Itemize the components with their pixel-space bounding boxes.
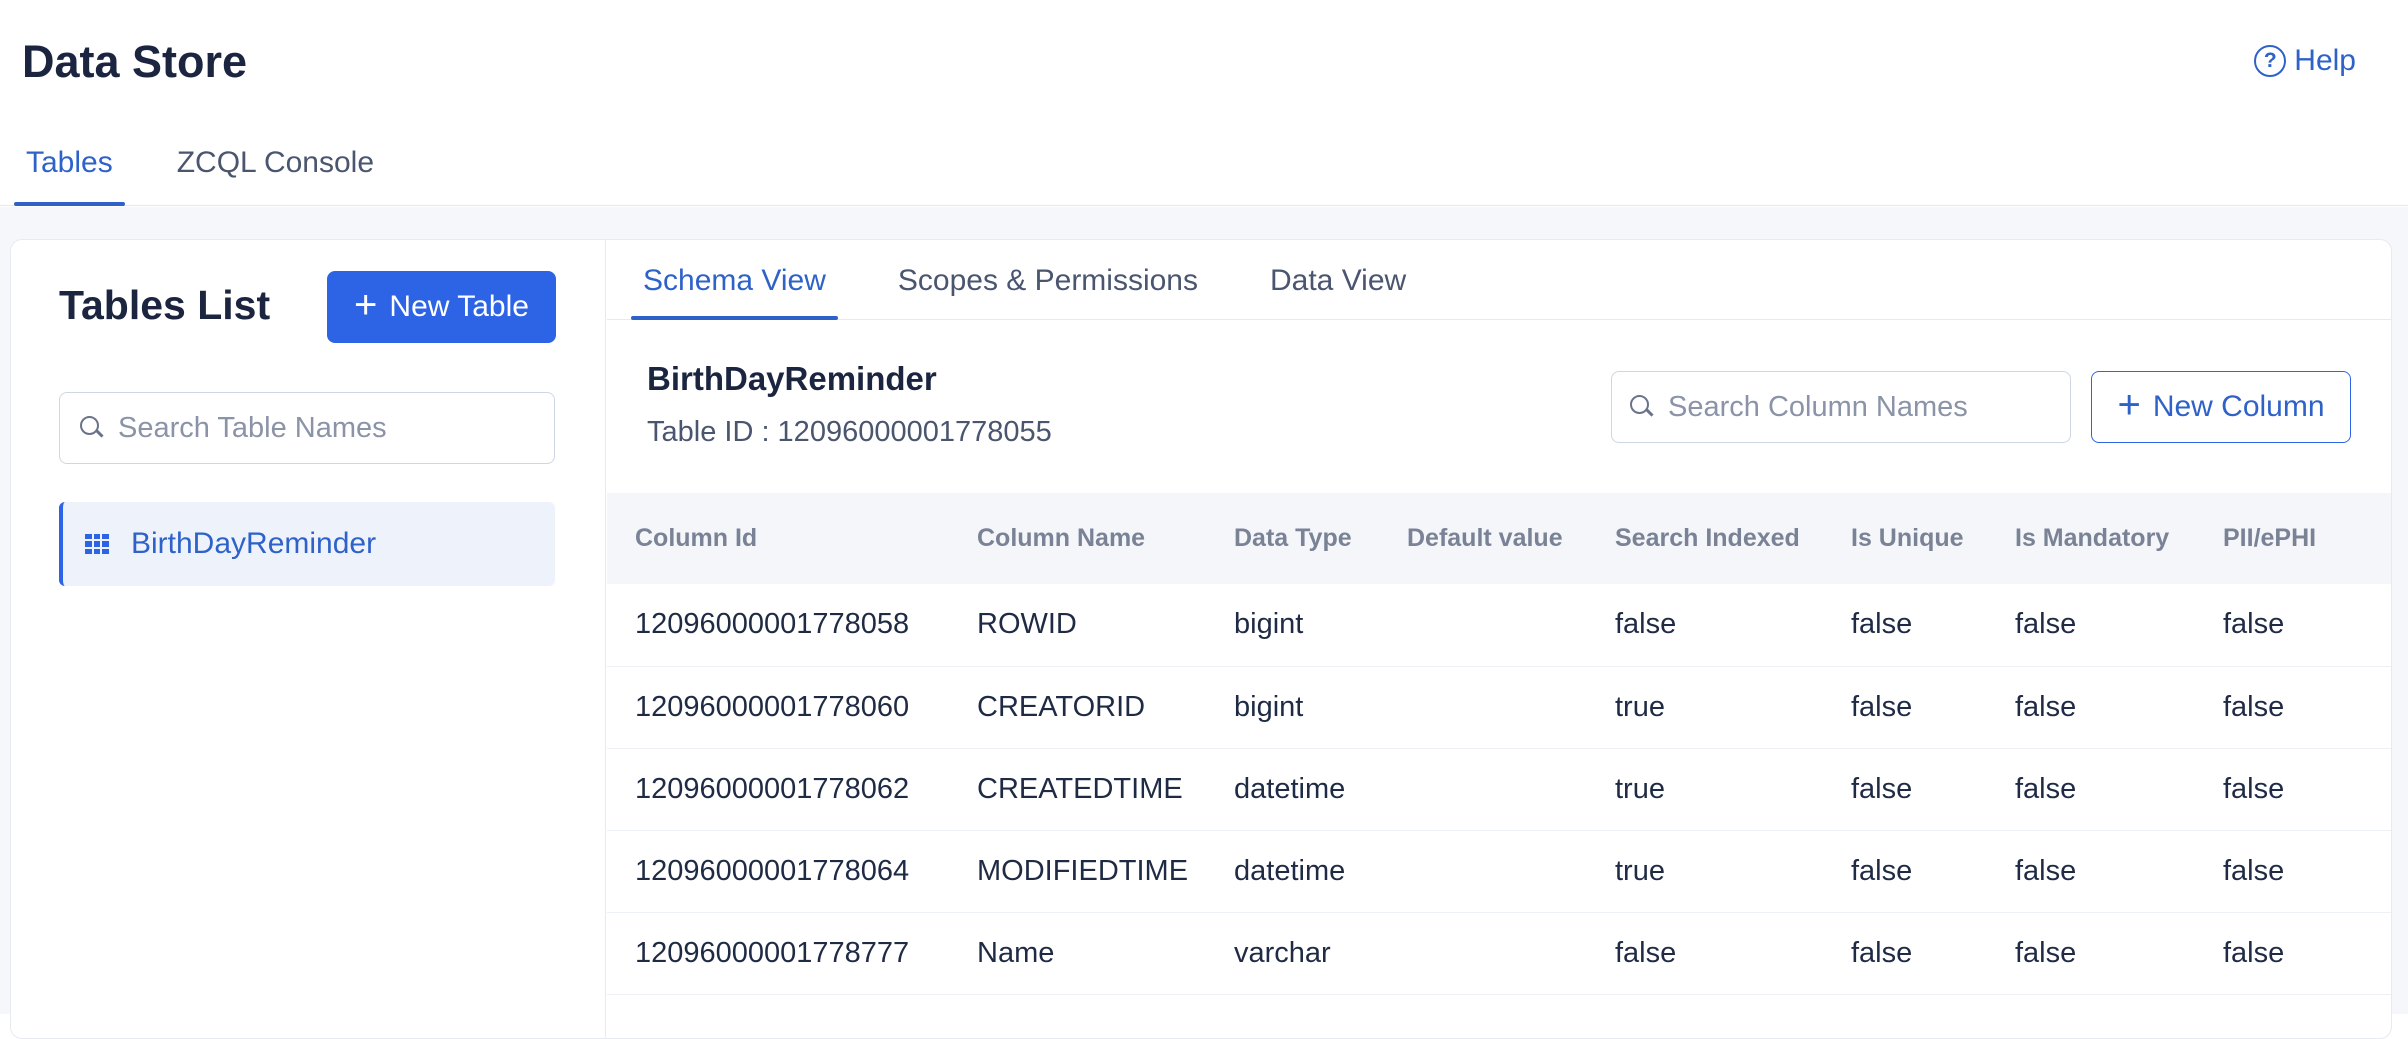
- tab-zcql-console[interactable]: ZCQL Console: [165, 146, 386, 206]
- cell-column-id: 12096000001778064: [607, 830, 949, 913]
- table-row[interactable]: 12096000001778060 CREATORID bigint true …: [607, 666, 2391, 749]
- cell-is-unique: false: [1823, 666, 1987, 749]
- column-header[interactable]: Column Id: [607, 493, 949, 584]
- table-icon: [85, 534, 109, 554]
- cell-is-unique: false: [1823, 830, 1987, 913]
- new-table-label: New Table: [389, 290, 529, 323]
- cell-data-type: datetime: [1206, 830, 1379, 913]
- table-name-heading: BirthDayReminder: [647, 360, 937, 397]
- cell-search-indexed: true: [1587, 748, 1823, 831]
- table-id-text: Table ID : 12096000001778055: [647, 416, 1052, 448]
- cell-column-id: 12096000001778777: [607, 912, 949, 995]
- column-header[interactable]: Default value: [1379, 493, 1587, 584]
- cell-default-value: [1379, 912, 1587, 995]
- cell-is-mandatory: false: [1987, 748, 2195, 831]
- view-tabs: Schema View Scopes & Permissions Data Vi…: [607, 240, 2391, 320]
- cell-data-type: varchar: [1206, 912, 1379, 995]
- column-header[interactable]: Data Type: [1206, 493, 1379, 584]
- cell-pii-ephi: false: [2195, 912, 2391, 995]
- column-search-input[interactable]: [1668, 390, 2048, 424]
- table-search-box: [59, 392, 555, 464]
- search-icon: [1630, 395, 1654, 419]
- tab-schema-view-label: Schema View: [643, 264, 826, 297]
- plus-icon: +: [2117, 383, 2141, 427]
- tab-scopes-permissions[interactable]: Scopes & Permissions: [886, 240, 1210, 319]
- cell-column-name: MODIFIEDTIME: [949, 830, 1206, 913]
- tab-schema-view[interactable]: Schema View: [631, 240, 838, 320]
- tab-data-view[interactable]: Data View: [1258, 240, 1418, 319]
- cell-pii-ephi: false: [2195, 666, 2391, 749]
- search-icon: [80, 416, 104, 440]
- content-panel: Tables List + New Table BirthDayReminder: [10, 239, 2392, 1039]
- cell-column-name: Name: [949, 912, 1206, 995]
- cell-pii-ephi: false: [2195, 584, 2391, 667]
- table-search-input[interactable]: [118, 411, 518, 445]
- cell-data-type: datetime: [1206, 748, 1379, 831]
- table-row[interactable]: 12096000001778777 Name varchar false fal…: [607, 912, 2391, 995]
- column-header[interactable]: Column Name: [949, 493, 1206, 584]
- schema-area: Schema View Scopes & Permissions Data Vi…: [607, 240, 2391, 1038]
- cell-column-id: 12096000001778058: [607, 584, 949, 667]
- cell-default-value: [1379, 830, 1587, 913]
- cell-is-unique: false: [1823, 748, 1987, 831]
- table-row[interactable]: 12096000001778062 CREATEDTIME datetime t…: [607, 748, 2391, 831]
- cell-is-mandatory: false: [1987, 666, 2195, 749]
- table-header-row: Column Id Column Name Data Type Default …: [607, 493, 2391, 584]
- cell-default-value: [1379, 748, 1587, 831]
- page-title: Data Store: [22, 36, 248, 87]
- tables-list-title: Tables List: [59, 282, 271, 328]
- cell-column-id: 12096000001778062: [607, 748, 949, 831]
- cell-default-value: [1379, 666, 1587, 749]
- plus-icon: +: [354, 283, 378, 327]
- cell-pii-ephi: false: [2195, 830, 2391, 913]
- help-icon: ?: [2254, 45, 2287, 77]
- tab-tables[interactable]: Tables: [14, 146, 125, 206]
- cell-is-mandatory: false: [1987, 584, 2195, 667]
- cell-pii-ephi: false: [2195, 748, 2391, 831]
- tab-tables-label: Tables: [26, 146, 113, 179]
- new-table-button[interactable]: + New Table: [327, 271, 556, 343]
- table-row[interactable]: 12096000001778064 MODIFIEDTIME datetime …: [607, 830, 2391, 913]
- cell-search-indexed: false: [1587, 584, 1823, 667]
- top-bar: Data Store ? Help Tables ZCQL Console: [0, 0, 2408, 206]
- cell-column-name: ROWID: [949, 584, 1206, 667]
- help-label: Help: [2294, 44, 2356, 77]
- new-column-button[interactable]: + New Column: [2091, 371, 2351, 443]
- top-tabs: Tables ZCQL Console: [14, 146, 426, 206]
- column-header[interactable]: PII/ePHI: [2195, 493, 2391, 584]
- workspace: Tables List + New Table BirthDayReminder: [0, 207, 2408, 1039]
- cell-is-mandatory: false: [1987, 830, 2195, 913]
- cell-is-unique: false: [1823, 584, 1987, 667]
- cell-data-type: bigint: [1206, 666, 1379, 749]
- cell-default-value: [1379, 584, 1587, 667]
- column-header[interactable]: Is Unique: [1823, 493, 1987, 584]
- cell-column-name: CREATORID: [949, 666, 1206, 749]
- cell-search-indexed: false: [1587, 912, 1823, 995]
- schema-table: Column Id Column Name Data Type Default …: [607, 493, 2391, 995]
- sidebar-item-birthdayreminder[interactable]: BirthDayReminder: [59, 502, 555, 586]
- column-search-box: [1611, 371, 2071, 443]
- new-column-label: New Column: [2152, 390, 2325, 423]
- tab-data-view-label: Data View: [1270, 264, 1407, 297]
- column-header[interactable]: Search Indexed: [1587, 493, 1823, 584]
- cell-column-name: CREATEDTIME: [949, 748, 1206, 831]
- cell-search-indexed: true: [1587, 830, 1823, 913]
- column-header[interactable]: Is Mandatory: [1987, 493, 2195, 584]
- cell-is-unique: false: [1823, 912, 1987, 995]
- tables-sidebar: Tables List + New Table BirthDayReminder: [11, 240, 606, 1038]
- cell-data-type: bigint: [1206, 584, 1379, 667]
- cell-column-id: 12096000001778060: [607, 666, 949, 749]
- tab-zcql-console-label: ZCQL Console: [176, 146, 375, 179]
- table-row[interactable]: 12096000001778058 ROWID bigint false fal…: [607, 584, 2391, 667]
- cell-is-mandatory: false: [1987, 912, 2195, 995]
- tab-scopes-permissions-label: Scopes & Permissions: [897, 264, 1198, 297]
- sidebar-item-label: BirthDayReminder: [131, 527, 377, 560]
- cell-search-indexed: true: [1587, 666, 1823, 749]
- help-link[interactable]: ? Help: [2254, 44, 2356, 78]
